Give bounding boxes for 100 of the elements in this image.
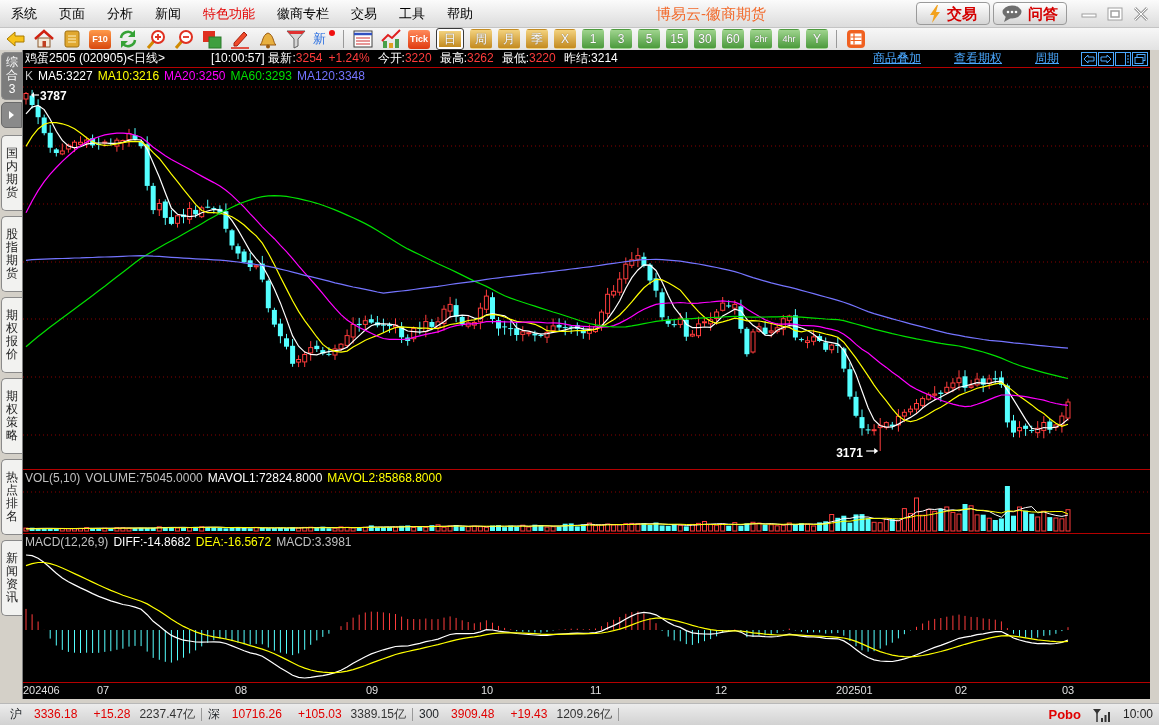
field-label: 最新: (268, 51, 296, 66)
field-value: 3220 (529, 51, 556, 66)
index-value: 3336.18 (34, 707, 78, 722)
side-tab[interactable]: 股指期货 (1, 216, 22, 292)
right-arrow-icon (865, 448, 879, 454)
home-icon[interactable] (33, 29, 55, 49)
axis-label: 08 (235, 684, 248, 696)
period-button[interactable]: 15 (666, 29, 688, 49)
field-label: 最低: (501, 51, 529, 66)
filter-icon[interactable] (285, 29, 307, 49)
turnover-amount: 2237.47亿 (139, 707, 195, 722)
signal-icon (1092, 707, 1111, 722)
line-chart-icon[interactable] (380, 29, 402, 49)
grid-icon[interactable] (845, 29, 867, 49)
header-link[interactable]: 查看期权 (954, 51, 1002, 66)
kline-label: K (25, 68, 33, 84)
side-panel-icon[interactable] (1115, 51, 1131, 66)
axis-label: 11 (590, 684, 602, 696)
indicator-label: VOL(5,10) (25, 470, 81, 486)
menu-item[interactable]: 交易 (340, 3, 388, 24)
axis-label: 12 (715, 684, 728, 696)
header-link[interactable]: 商品叠加 (873, 51, 921, 66)
index-name: 300 (419, 707, 440, 722)
side-tab[interactable]: 新闻资讯 (1, 540, 22, 616)
axis-label: 03 (1062, 684, 1075, 696)
news-button[interactable]: 新 (313, 29, 335, 49)
menu-item[interactable]: 帮助 (436, 3, 484, 24)
ma-label: MA20:3250 (164, 68, 226, 84)
ma-label: MA10:3216 (97, 68, 160, 84)
side-tab[interactable]: 综合3 (1, 52, 22, 100)
menu-item[interactable]: 新闻 (144, 3, 192, 24)
menu-item[interactable]: 分析 (96, 3, 144, 24)
restore-window-icon[interactable] (1132, 51, 1148, 66)
side-tab[interactable]: 期权策略 (1, 378, 22, 454)
axis-label: 02 (955, 684, 968, 696)
axis-label: 10 (481, 684, 494, 696)
expand-tab-icon[interactable] (1, 102, 22, 128)
index-value: 3909.48 (451, 707, 495, 722)
period-button[interactable]: 1 (582, 29, 604, 49)
low-price-label: 3171 (836, 446, 863, 460)
back-arrow-icon[interactable] (5, 29, 27, 49)
index-name: 沪 (10, 707, 22, 722)
axis-label: 07 (97, 684, 110, 696)
speech-bubble-icon (1002, 5, 1022, 22)
windows-icon[interactable] (201, 29, 223, 49)
volume-label: VOLUME:75045.0000 (85, 470, 203, 486)
zoom-in-icon[interactable] (145, 29, 167, 49)
header-link[interactable]: 周期 (1035, 51, 1059, 66)
index-change: +19.43 (510, 707, 548, 722)
quote-time: [10:00:57] (211, 51, 265, 66)
tick-button[interactable]: Tick (408, 29, 430, 49)
turnover-amount: 1209.26亿 (556, 707, 612, 722)
window-title: 博易云-徽商期货 (655, 4, 766, 23)
zoom-out-icon[interactable] (173, 29, 195, 49)
menu-item[interactable]: 特色功能 (192, 3, 266, 24)
refresh-icon[interactable] (117, 29, 139, 49)
quote-title: 鸡蛋2505 (020905)<日线> (25, 51, 166, 66)
field-value: 3254 (295, 51, 323, 66)
notepad-icon[interactable] (61, 29, 83, 49)
trade-button[interactable]: 交易 (916, 2, 990, 25)
menu-item[interactable]: 系统 (0, 3, 48, 24)
pencil-icon[interactable] (229, 29, 251, 49)
qa-button[interactable]: 问答 (993, 2, 1067, 25)
macd-label: MACD:3.3981 (276, 535, 352, 550)
side-tab[interactable]: 热点排名 (1, 459, 22, 535)
index-value: 10716.26 (231, 707, 282, 722)
f10-button[interactable]: F10 (89, 29, 111, 49)
menu-item[interactable]: 页面 (48, 3, 96, 24)
dea-label: DEA:-16.5672 (195, 535, 272, 550)
high-price-label: 3787 (40, 89, 67, 103)
left-arrow-icon (31, 92, 40, 98)
axis-label: 09 (366, 684, 379, 696)
field-value: 3220 (404, 51, 432, 66)
table-icon[interactable] (352, 29, 374, 49)
change-value: +1.24% (328, 51, 370, 66)
field-label: 昨结: (563, 51, 592, 66)
axis-label: 202501 (836, 684, 873, 696)
brand-label: Pobo (1048, 706, 1081, 723)
menu-item[interactable]: 工具 (388, 3, 436, 24)
period-button[interactable]: 2hr (750, 29, 772, 49)
side-tab[interactable]: 期权报价 (1, 297, 22, 373)
turnover-amount: 3389.15亿 (350, 707, 406, 722)
field-label: 今开: (377, 51, 405, 66)
right-arrow-icon[interactable] (1098, 51, 1114, 66)
index-change: +15.28 (93, 707, 131, 722)
axis-label: 202406 (23, 684, 60, 696)
index-name: 深 (207, 707, 220, 722)
clock-time: 10:00 (1122, 707, 1153, 722)
side-tab[interactable]: 国内期货 (1, 135, 22, 211)
ma-label: MA120:3348 (296, 68, 365, 84)
left-arrow-icon[interactable] (1081, 51, 1097, 66)
field-value: 3214 (591, 51, 618, 66)
period-button[interactable]: 3 (610, 29, 632, 49)
field-label: 最高: (439, 51, 467, 66)
menu-item[interactable]: 徽商专栏 (266, 3, 340, 24)
close-icon[interactable] (1131, 5, 1151, 22)
diff-label: DIFF:-14.8682 (113, 535, 191, 550)
indicator-label: MACD(12,26,9) (25, 535, 109, 550)
mavol-label: MAVOL2:85868.8000 (327, 470, 442, 486)
index-change: +105.03 (297, 707, 342, 722)
